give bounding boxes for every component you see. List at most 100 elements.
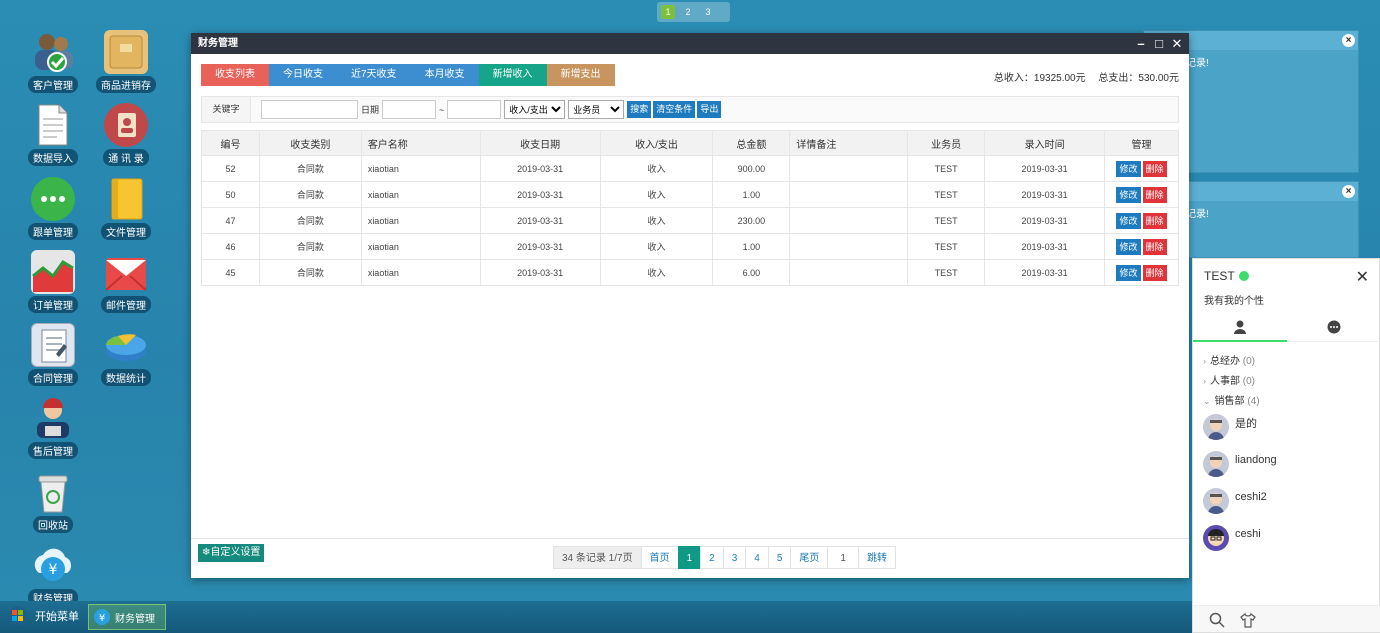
- desktop-icon-contacts[interactable]: 通 讯 录: [91, 103, 161, 166]
- tab-list[interactable]: 收支列表: [201, 64, 269, 86]
- date-start-input[interactable]: [382, 100, 437, 119]
- date-end-input[interactable]: [447, 100, 502, 119]
- cell-actions: 修改 删除: [1104, 207, 1179, 234]
- cell-customer: xiaotian: [360, 181, 481, 208]
- delete-button[interactable]: 删除: [1142, 186, 1167, 203]
- close-icon[interactable]: ✕: [1171, 33, 1183, 54]
- column-header[interactable]: 录入时间: [984, 130, 1106, 156]
- custom-settings-button[interactable]: ❄自定义设置: [198, 544, 265, 562]
- column-header[interactable]: 详情备注: [789, 130, 909, 156]
- first-page-button[interactable]: 首页: [640, 546, 679, 569]
- column-header[interactable]: 客户名称: [360, 130, 481, 156]
- desktop-icon-mail[interactable]: 邮件管理: [91, 250, 161, 313]
- friend-name: liandong: [1235, 454, 1277, 466]
- delete-button[interactable]: 删除: [1142, 264, 1167, 281]
- group-count: (0): [1242, 356, 1256, 367]
- staff-select[interactable]: 业务员: [568, 100, 625, 119]
- column-header: 管理: [1104, 130, 1179, 156]
- jump-page-input[interactable]: 1: [827, 546, 859, 569]
- divider: [191, 538, 1189, 539]
- friend-item[interactable]: ceshi2: [1203, 488, 1267, 514]
- type-select[interactable]: 收入/支出: [504, 100, 566, 119]
- close-icon[interactable]: ×: [1342, 34, 1355, 47]
- tab-contacts[interactable]: [1193, 315, 1287, 342]
- page-3-button[interactable]: 3: [722, 546, 747, 569]
- export-button[interactable]: 导出: [697, 101, 722, 118]
- cell-date: 2019-03-31: [479, 259, 601, 286]
- cell-customer: xiaotian: [360, 207, 481, 234]
- taskbar-item-finance[interactable]: ¥ 财务管理: [88, 604, 166, 630]
- friend-item[interactable]: 是的: [1203, 414, 1257, 440]
- friend-item[interactable]: liandong: [1203, 451, 1277, 477]
- cell-customer: xiaotian: [360, 259, 481, 286]
- desktop-icon-contracts[interactable]: 合同管理: [18, 323, 88, 386]
- column-header[interactable]: 收支日期: [479, 130, 601, 156]
- delete-button[interactable]: 删除: [1142, 238, 1167, 255]
- goods-box-icon: [104, 30, 148, 74]
- column-header[interactable]: 编号: [201, 130, 260, 156]
- desktop-icon-customer[interactable]: 客户管理: [18, 30, 88, 93]
- clear-conditions-button[interactable]: 清空条件: [653, 101, 696, 118]
- friend-item[interactable]: ceshi: [1203, 525, 1261, 551]
- maximize-icon[interactable]: □: [1153, 33, 1165, 54]
- search-button[interactable]: 搜索: [627, 101, 652, 118]
- im-signature[interactable]: 我有我的个性: [1204, 292, 1264, 307]
- desktop-icon-orders[interactable]: 订单管理: [18, 250, 88, 313]
- start-menu-label: 开始菜单: [35, 611, 79, 623]
- close-icon[interactable]: ✕: [1356, 267, 1369, 287]
- add-expense-button[interactable]: 新增支出: [546, 64, 615, 86]
- tab-messages[interactable]: [1287, 315, 1380, 341]
- add-income-button[interactable]: 新增收入: [478, 64, 547, 86]
- group-general-office[interactable]: › 总经办 (0): [1203, 352, 1255, 367]
- column-header[interactable]: 总金额: [712, 130, 791, 156]
- edit-button[interactable]: 修改: [1116, 160, 1141, 177]
- tab-last-7-days[interactable]: 近7天收支: [337, 64, 411, 86]
- cell-category: 合同款: [258, 207, 362, 234]
- edit-button[interactable]: 修改: [1116, 264, 1141, 281]
- avatar: [1203, 488, 1229, 514]
- desktop-icon-files[interactable]: 文件管理: [91, 177, 161, 240]
- column-header[interactable]: 收支类别: [258, 130, 362, 156]
- page-1-button[interactable]: 1: [677, 546, 702, 569]
- edit-button[interactable]: 修改: [1116, 212, 1141, 229]
- desktop-icon-finance[interactable]: ¥ 财务管理: [18, 543, 88, 606]
- delete-button[interactable]: 删除: [1142, 160, 1167, 177]
- desktop-page-1[interactable]: 1: [661, 5, 675, 19]
- minimize-icon[interactable]: –: [1135, 33, 1147, 54]
- desktop-page-3[interactable]: 3: [701, 5, 715, 19]
- edit-button[interactable]: 修改: [1116, 186, 1141, 203]
- delete-button[interactable]: 删除: [1142, 212, 1167, 229]
- desktop-icon-follow-up[interactable]: 跟单管理: [18, 177, 88, 240]
- cell-type: 收入: [599, 207, 714, 234]
- desktop-icon-recycle-bin[interactable]: 回收站: [18, 470, 88, 533]
- tab-this-month[interactable]: 本月收支: [410, 64, 479, 86]
- close-icon[interactable]: ×: [1342, 185, 1355, 198]
- group-sales[interactable]: ⌄ 销售部 (4): [1203, 392, 1260, 407]
- last-page-button[interactable]: 尾页: [790, 546, 829, 569]
- desktop-page-2[interactable]: 2: [681, 5, 695, 19]
- page-4-button[interactable]: 4: [745, 546, 769, 569]
- page-2-button[interactable]: 2: [700, 546, 724, 569]
- edit-button[interactable]: 修改: [1116, 238, 1141, 255]
- desktop-icon-data-import[interactable]: 数据导入: [18, 103, 88, 166]
- desktop-icon-after-sales[interactable]: 售后管理: [18, 396, 88, 459]
- keyword-input[interactable]: [261, 100, 358, 119]
- cell-staff: TEST: [907, 259, 986, 286]
- group-hr[interactable]: › 人事部 (0): [1203, 372, 1255, 387]
- desktop-icon-goods[interactable]: 商品进销存: [91, 30, 161, 93]
- im-panel: TEST 我有我的个性 ✕ › 总经办 (0) › 人事部 (0) ⌄ 销售部 (4)…: [1192, 258, 1380, 633]
- desktop-icon-statistics[interactable]: 数据统计: [91, 323, 161, 386]
- windows-logo-icon: [8, 606, 28, 626]
- page-5-button[interactable]: 5: [767, 546, 792, 569]
- tab-today[interactable]: 今日收支: [269, 64, 337, 86]
- cell-date: 2019-03-31: [479, 233, 601, 260]
- column-header[interactable]: 收入/支出: [599, 130, 714, 156]
- cell-customer: xiaotian: [360, 233, 481, 260]
- window-titlebar[interactable]: 财务管理 – □ ✕: [191, 33, 1189, 54]
- cell-staff: TEST: [907, 155, 986, 182]
- start-menu-button[interactable]: 开始菜单: [8, 606, 79, 626]
- cell-created: 2019-03-31: [984, 233, 1106, 260]
- jump-button[interactable]: 跳转: [857, 546, 896, 569]
- column-header[interactable]: 业务员: [907, 130, 986, 156]
- skin-shirt-icon: [1240, 612, 1256, 628]
